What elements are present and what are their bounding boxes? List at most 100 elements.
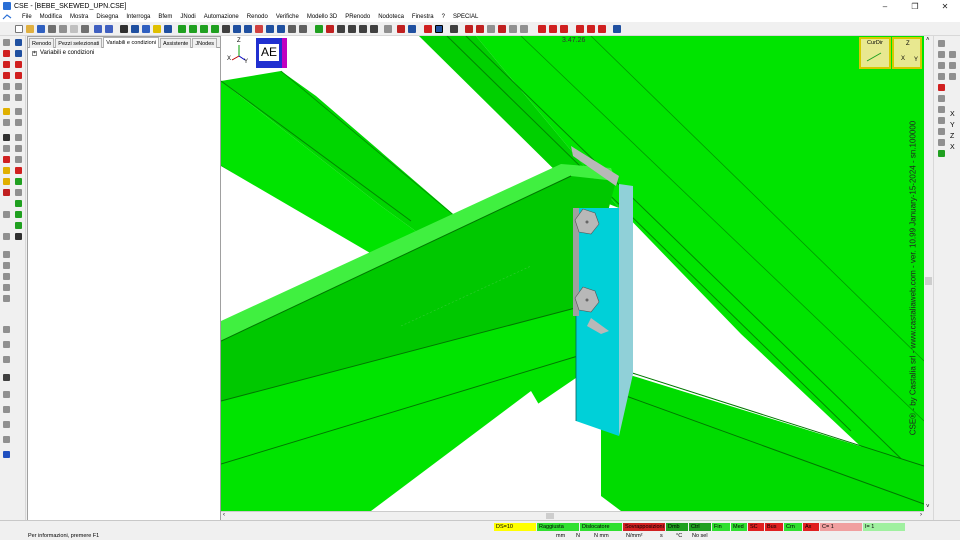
tree-expander[interactable]: +	[32, 50, 37, 56]
status-cell[interactable]: Ax	[803, 523, 819, 531]
plus-icon[interactable]	[587, 25, 595, 33]
open-folder-icon[interactable]	[26, 25, 34, 33]
arrow-down-icon[interactable]	[189, 25, 197, 33]
print-icon[interactable]	[48, 25, 56, 33]
ae-badge[interactable]: AE	[256, 38, 287, 68]
copy-tool-icon[interactable]	[15, 94, 22, 101]
options-tool-icon[interactable]	[15, 119, 22, 126]
undo-icon[interactable]	[94, 25, 102, 33]
view-tool-icon[interactable]	[938, 51, 945, 58]
axis-z-button[interactable]: Z	[950, 133, 954, 140]
view-iso-icon[interactable]	[255, 25, 263, 33]
document-icon[interactable]	[2, 13, 16, 21]
menu-modifica[interactable]: Modifica	[36, 14, 66, 20]
view-tool-icon[interactable]	[938, 150, 945, 157]
scroll-left-icon[interactable]: ‹	[223, 512, 225, 518]
dimension-icon[interactable]	[3, 189, 10, 196]
render-icon[interactable]	[326, 25, 334, 33]
cycle-icon[interactable]	[337, 25, 345, 33]
view-tool-icon[interactable]	[938, 106, 945, 113]
view-axes-widget[interactable]: Z X Y	[892, 37, 922, 69]
bolt-tool-icon[interactable]	[3, 134, 10, 141]
erase-icon[interactable]	[15, 167, 22, 174]
filter-icon[interactable]	[435, 25, 443, 33]
verify-icon[interactable]	[15, 211, 22, 218]
view-tool-icon[interactable]	[938, 62, 945, 69]
axis-x2-button[interactable]: X	[950, 144, 955, 151]
view-tool-icon[interactable]	[949, 51, 956, 58]
view-tool-icon[interactable]	[938, 139, 945, 146]
status-cell[interactable]: C= 1	[820, 523, 862, 531]
marker-icon[interactable]	[598, 25, 606, 33]
e-icon[interactable]	[15, 61, 22, 68]
misc-icon-1[interactable]	[3, 251, 10, 258]
misc-icon-7[interactable]	[3, 341, 10, 348]
minimize-button[interactable]: –	[870, 0, 900, 12]
status-cell[interactable]: Crn	[784, 523, 802, 531]
scroll-down-icon[interactable]: ˅	[926, 504, 930, 510]
orbit-icon[interactable]	[348, 25, 356, 33]
options-icon[interactable]	[520, 25, 528, 33]
angle-icon[interactable]	[15, 156, 22, 163]
report-icon[interactable]	[408, 25, 416, 33]
detail-icon[interactable]	[397, 25, 405, 33]
menu-renodo[interactable]: Renodo	[243, 14, 272, 20]
green-tool-icon[interactable]	[15, 178, 22, 185]
layer-icon[interactable]	[3, 211, 10, 218]
view-front-icon[interactable]	[244, 25, 252, 33]
rotate-icon[interactable]	[222, 25, 230, 33]
status-cell[interactable]: SC	[748, 523, 764, 531]
axis-y-button[interactable]: Y	[950, 122, 955, 129]
horizontal-scrollbar[interactable]: ‹ ›	[221, 511, 924, 520]
check-icon[interactable]	[498, 25, 506, 33]
menu-modello-3d[interactable]: Modello 3D	[303, 14, 341, 20]
status-cell[interactable]: Fin	[712, 523, 730, 531]
misc-icon-10[interactable]	[3, 406, 10, 413]
report-tool-icon[interactable]	[15, 222, 22, 229]
view-tool-icon[interactable]	[938, 117, 945, 124]
status-cell[interactable]: Raggiusta	[537, 523, 579, 531]
tab-jnodes[interactable]: JNodes	[192, 38, 218, 48]
arrow-left-icon[interactable]	[200, 25, 208, 33]
arrow-right-icon[interactable]	[211, 25, 219, 33]
menu-nodoteca[interactable]: Nodoteca	[374, 14, 408, 20]
vertical-scroll-thumb[interactable]	[925, 277, 932, 285]
paint-icon[interactable]	[3, 178, 10, 185]
misc-icon-6[interactable]	[3, 326, 10, 333]
vertical-scrollbar[interactable]: ˄ ˅	[924, 36, 933, 511]
menu-mostra[interactable]: Mostra	[66, 14, 92, 20]
ruler-icon[interactable]	[15, 189, 22, 196]
close-button[interactable]: ✕	[930, 0, 960, 12]
tree-item[interactable]: + Variabili e condizioni	[28, 48, 220, 58]
restore-button[interactable]: ❐	[900, 0, 930, 12]
model-icon[interactable]	[384, 25, 392, 33]
view-tool-icon[interactable]	[938, 84, 945, 91]
zoom-in-icon[interactable]	[266, 25, 274, 33]
check-tool-icon[interactable]	[15, 200, 22, 207]
misc-icon-3[interactable]	[3, 273, 10, 280]
status-cell[interactable]: Sovrapposizioni	[623, 523, 665, 531]
transparent-icon[interactable]	[487, 25, 495, 33]
wrench-icon[interactable]	[3, 108, 10, 115]
zoom-extents-icon[interactable]	[142, 25, 150, 33]
tab-pezzi-selezionati[interactable]: Pezzi selezionati	[55, 38, 103, 48]
section-icon[interactable]	[3, 233, 10, 240]
curdir-widget[interactable]: CurDir	[859, 37, 891, 69]
status-cell[interactable]: Dmb	[666, 523, 688, 531]
paste-icon[interactable]	[70, 25, 78, 33]
status-cell[interactable]: Dislocatore	[580, 523, 622, 531]
stiffener-icon[interactable]	[3, 156, 10, 163]
show-icon[interactable]	[370, 25, 378, 33]
menu-jnodi[interactable]: JNodi	[176, 14, 199, 20]
misc-icon-9[interactable]	[3, 391, 10, 398]
pan-icon[interactable]	[164, 25, 172, 33]
plate-tool-icon[interactable]	[15, 134, 22, 141]
tools-icon[interactable]	[15, 108, 22, 115]
select-icon[interactable]	[153, 25, 161, 33]
status-cell[interactable]: Bus	[765, 523, 783, 531]
move-icon[interactable]	[315, 25, 323, 33]
axis-x-button[interactable]: X	[950, 111, 955, 118]
tool-icon[interactable]	[3, 39, 10, 46]
status-cell[interactable]: Ctrl	[689, 523, 711, 531]
status-cell[interactable]: Med	[731, 523, 747, 531]
